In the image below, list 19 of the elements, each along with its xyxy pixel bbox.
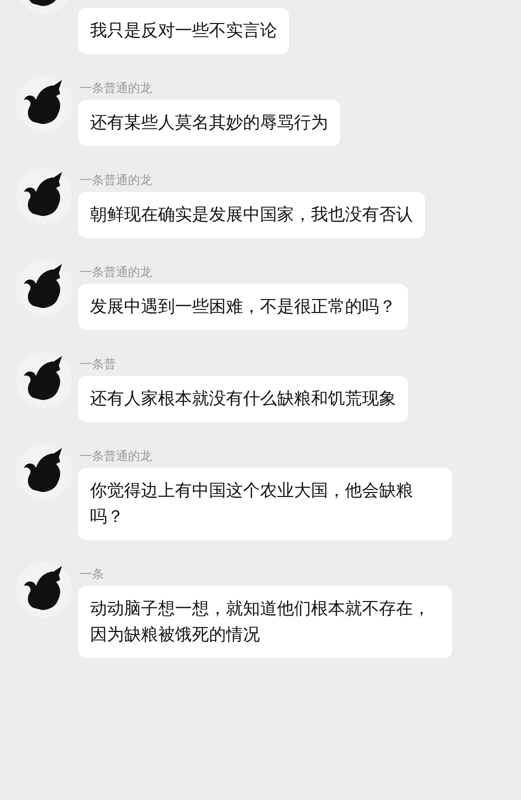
message-bubble: 还有人家根本就没有什么缺粮和饥荒现象	[78, 376, 408, 422]
avatar-icon[interactable]	[16, 562, 72, 618]
sender-name: 一条普通的龙	[80, 448, 152, 464]
sender-name: 一条普通的龙	[80, 172, 152, 188]
sender-name: 一条	[80, 566, 104, 582]
message-bubble: 还有某些人莫名其妙的辱骂行为	[78, 100, 340, 146]
avatar-icon[interactable]	[16, 352, 72, 408]
message-bubble: 你觉得边上有中国这个农业大国，他会缺粮吗？	[78, 468, 452, 540]
message-bubble: 发展中遇到一些困难，不是很正常的吗？	[78, 284, 408, 330]
sender-name: 一条普	[80, 356, 116, 372]
sender-name: 一条普通的龙	[80, 80, 152, 96]
avatar-icon[interactable]	[16, 76, 72, 132]
sender-name: 一条普通的龙	[80, 264, 152, 280]
avatar-icon[interactable]	[16, 444, 72, 500]
avatar-icon[interactable]	[16, 168, 72, 224]
message-bubble: 动动脑子想一想，就知道他们根本就不存在，因为缺粮被饿死的情况	[78, 586, 452, 658]
message-bubble: 我只是反对一些不实言论	[78, 8, 289, 54]
avatar-icon[interactable]	[16, 260, 72, 316]
message-bubble: 朝鲜现在确实是发展中国家，我也没有否认	[78, 192, 425, 238]
